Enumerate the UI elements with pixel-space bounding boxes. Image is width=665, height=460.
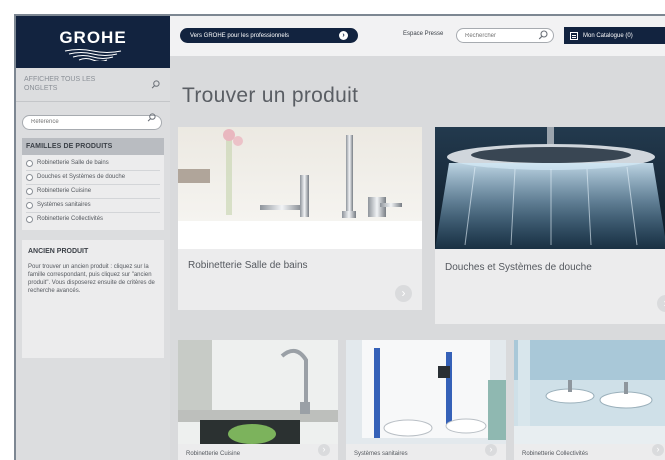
shower-head-image <box>435 127 665 249</box>
product-card-collective[interactable]: Robinetterie Collectivités › <box>514 340 665 460</box>
card-label: Douches et Systèmes de douche <box>445 262 592 273</box>
old-product-title: ANCIEN PRODUIT <box>28 247 89 255</box>
top-bar: Vers GROHE pour les professionnels › Esp… <box>170 16 665 56</box>
family-label: Robinetterie Salle de bains <box>37 159 109 166</box>
show-all-label: AFFICHER TOUS LES ONGLETS <box>24 76 96 92</box>
card-label: Robinetterie Collectivités <box>522 451 589 457</box>
card-label: Robinetterie Cuisine <box>186 451 241 457</box>
product-card-sanitary[interactable]: Systèmes sanitaires › <box>346 340 506 460</box>
chevron-right-icon[interactable]: › <box>318 444 330 456</box>
card-label: Systèmes sanitaires <box>354 451 408 457</box>
collective-washbasin-image <box>514 340 665 444</box>
catalog-button[interactable]: Mon Catalogue (0) <box>564 27 665 44</box>
radio-button[interactable] <box>26 187 33 195</box>
product-card-bathroom[interactable]: Robinetterie Salle de bains › <box>178 127 422 310</box>
chevron-right-icon[interactable]: › <box>485 444 497 456</box>
chevron-right-icon[interactable]: › <box>395 285 412 302</box>
family-label: Systèmes sanitaires <box>37 201 91 208</box>
old-product-panel: ANCIEN PRODUIT Pour trouver un ancien pr… <box>22 239 164 358</box>
professionals-label: Vers GROHE pour les professionnels <box>190 32 290 39</box>
reference-input[interactable] <box>22 114 162 130</box>
family-label: Douches et Systèmes de douche <box>37 173 126 180</box>
family-item-showers[interactable]: Douches et Systèmes de douche <box>26 171 160 185</box>
radio-button[interactable] <box>26 159 33 167</box>
bathroom-faucet-image <box>178 127 422 249</box>
search-icon[interactable] <box>151 80 160 89</box>
page-title: Trouver un produit <box>182 84 359 107</box>
browser-frame: GROHE AFFICHER TOUS LES ONGLETS Référenc… <box>14 14 665 460</box>
kitchen-faucet-image <box>178 340 338 444</box>
catalog-icon <box>570 31 578 40</box>
chevron-right-icon[interactable]: › <box>657 295 665 312</box>
logo-waves-icon <box>64 48 122 61</box>
radio-button[interactable] <box>26 173 33 181</box>
sanitary-systems-image <box>346 340 506 444</box>
logo-text: GROHE <box>59 27 127 47</box>
sidebar: GROHE AFFICHER TOUS LES ONGLETS Référenc… <box>16 16 170 460</box>
search-icon[interactable] <box>147 113 156 122</box>
card-label: Robinetterie Salle de bains <box>188 260 308 271</box>
family-list: Robinetterie Salle de bains Douches et S… <box>22 154 164 230</box>
family-item-sanitary[interactable]: Systèmes sanitaires <box>26 199 160 213</box>
press-link[interactable]: Espace Presse <box>403 31 443 37</box>
product-card-kitchen[interactable]: Robinetterie Cuisine › <box>178 340 338 460</box>
catalog-label: Mon Catalogue (0) <box>583 32 633 39</box>
show-all-tabs-link[interactable]: AFFICHER TOUS LES ONGLETS <box>16 68 170 102</box>
family-label: Robinetterie Collectivités <box>37 215 104 222</box>
grohe-logo[interactable]: GROHE <box>16 16 170 68</box>
family-item-kitchen[interactable]: Robinetterie Cuisine <box>26 185 160 199</box>
main-content: Trouver un produit Robinetterie Salle de… <box>170 56 665 460</box>
family-item-bathroom[interactable]: Robinetterie Salle de bains <box>26 157 160 171</box>
old-product-text: Pour trouver un ancien produit : cliquez… <box>28 263 155 294</box>
family-item-collective[interactable]: Robinetterie Collectivités <box>26 213 160 226</box>
professionals-button[interactable]: Vers GROHE pour les professionnels › <box>180 28 358 43</box>
arrow-right-icon: › <box>339 31 348 40</box>
search-icon[interactable] <box>538 30 548 40</box>
radio-button[interactable] <box>26 201 33 209</box>
product-card-showers[interactable]: Douches et Systèmes de douche › <box>435 127 665 324</box>
family-label: Robinetterie Cuisine <box>37 187 92 194</box>
radio-button[interactable] <box>26 215 33 223</box>
families-header: FAMILLES DE PRODUITS <box>22 137 164 155</box>
chevron-right-icon[interactable]: › <box>652 444 664 456</box>
